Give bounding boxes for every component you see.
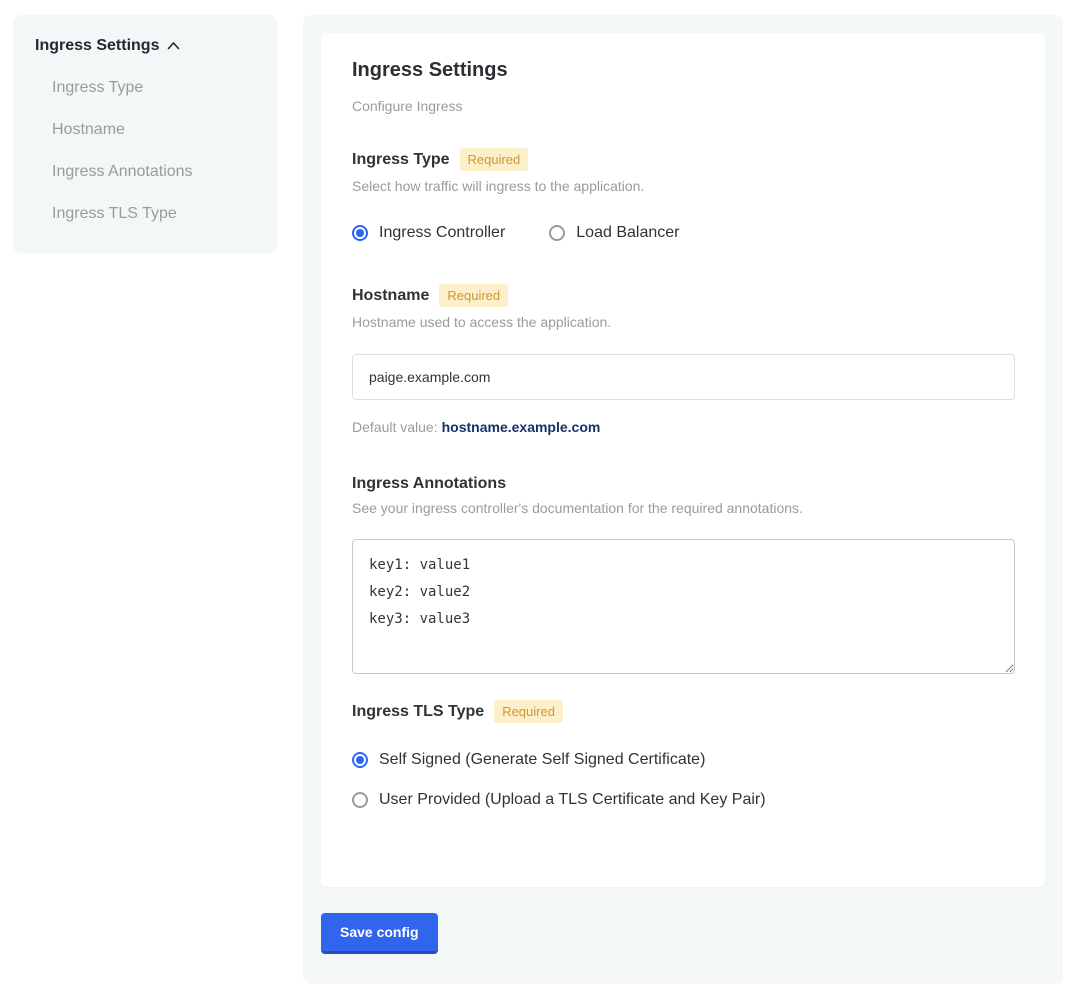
page-title: Ingress Settings <box>352 59 1015 82</box>
ingress-type-help: Select how traffic will ingress to the a… <box>352 178 1015 194</box>
radio-user-provided[interactable]: User Provided (Upload a TLS Certificate … <box>352 791 1015 809</box>
annotations-help: See your ingress controller's documentat… <box>352 500 1015 516</box>
page: Ingress Settings Ingress Type Hostname I… <box>0 0 1090 1006</box>
config-nav-sidebar: Ingress Settings Ingress Type Hostname I… <box>13 15 277 253</box>
page-subtitle: Configure Ingress <box>352 98 1015 114</box>
sidebar-group-title: Ingress Settings <box>35 37 159 55</box>
ingress-type-label: Ingress Type <box>352 151 450 169</box>
section-heading: Hostname Required <box>352 284 1015 307</box>
radio-ingress-controller[interactable]: Ingress Controller <box>352 224 505 242</box>
sidebar-item-ingress-type[interactable]: Ingress Type <box>52 79 257 97</box>
section-hostname: Hostname Required Hostname used to acces… <box>352 284 1015 435</box>
tls-type-radio-group: Self Signed (Generate Self Signed Certif… <box>352 751 1015 809</box>
ingress-type-radio-group: Ingress Controller Load Balancer <box>352 224 1015 242</box>
required-badge: Required <box>494 700 563 723</box>
config-card: Ingress Settings Configure Ingress Ingre… <box>321 33 1045 887</box>
radio-label: Load Balancer <box>576 224 679 242</box>
radio-selected-icon <box>352 752 368 768</box>
hostname-input[interactable] <box>352 354 1015 400</box>
radio-self-signed[interactable]: Self Signed (Generate Self Signed Certif… <box>352 751 1015 769</box>
radio-label: Ingress Controller <box>379 224 505 242</box>
section-ingress-tls-type: Ingress TLS Type Required Self Signed (G… <box>352 700 1015 809</box>
sidebar-item-hostname[interactable]: Hostname <box>52 121 257 139</box>
section-heading: Ingress Annotations <box>352 475 1015 493</box>
sidebar-item-ingress-tls-type[interactable]: Ingress TLS Type <box>52 205 257 223</box>
sidebar-item-ingress-annotations[interactable]: Ingress Annotations <box>52 163 257 181</box>
section-heading: Ingress TLS Type Required <box>352 700 1015 723</box>
hostname-help: Hostname used to access the application. <box>352 314 1015 330</box>
hostname-default-line: Default value:hostname.example.com <box>352 419 1015 435</box>
chevron-up-icon <box>167 37 180 55</box>
section-ingress-annotations: Ingress Annotations See your ingress con… <box>352 475 1015 674</box>
sidebar-group-ingress-settings[interactable]: Ingress Settings <box>35 37 257 55</box>
hostname-label: Hostname <box>352 287 429 305</box>
save-config-button[interactable]: Save config <box>321 913 438 954</box>
required-badge: Required <box>460 148 529 171</box>
default-value: hostname.example.com <box>442 419 601 435</box>
radio-unselected-icon <box>352 792 368 808</box>
radio-label: User Provided (Upload a TLS Certificate … <box>379 791 766 809</box>
radio-selected-icon <box>352 225 368 241</box>
annotations-textarea[interactable]: key1: value1 key2: value2 key3: value3 <box>352 539 1015 674</box>
config-main-panel: Ingress Settings Configure Ingress Ingre… <box>303 15 1063 984</box>
radio-load-balancer[interactable]: Load Balancer <box>549 224 679 242</box>
section-ingress-type: Ingress Type Required Select how traffic… <box>352 148 1015 242</box>
default-value-label: Default value: <box>352 419 438 435</box>
tls-type-label: Ingress TLS Type <box>352 703 484 721</box>
save-row: Save config <box>321 913 1045 954</box>
radio-unselected-icon <box>549 225 565 241</box>
radio-label: Self Signed (Generate Self Signed Certif… <box>379 751 705 769</box>
annotations-label: Ingress Annotations <box>352 475 506 493</box>
required-badge: Required <box>439 284 508 307</box>
section-heading: Ingress Type Required <box>352 148 1015 171</box>
